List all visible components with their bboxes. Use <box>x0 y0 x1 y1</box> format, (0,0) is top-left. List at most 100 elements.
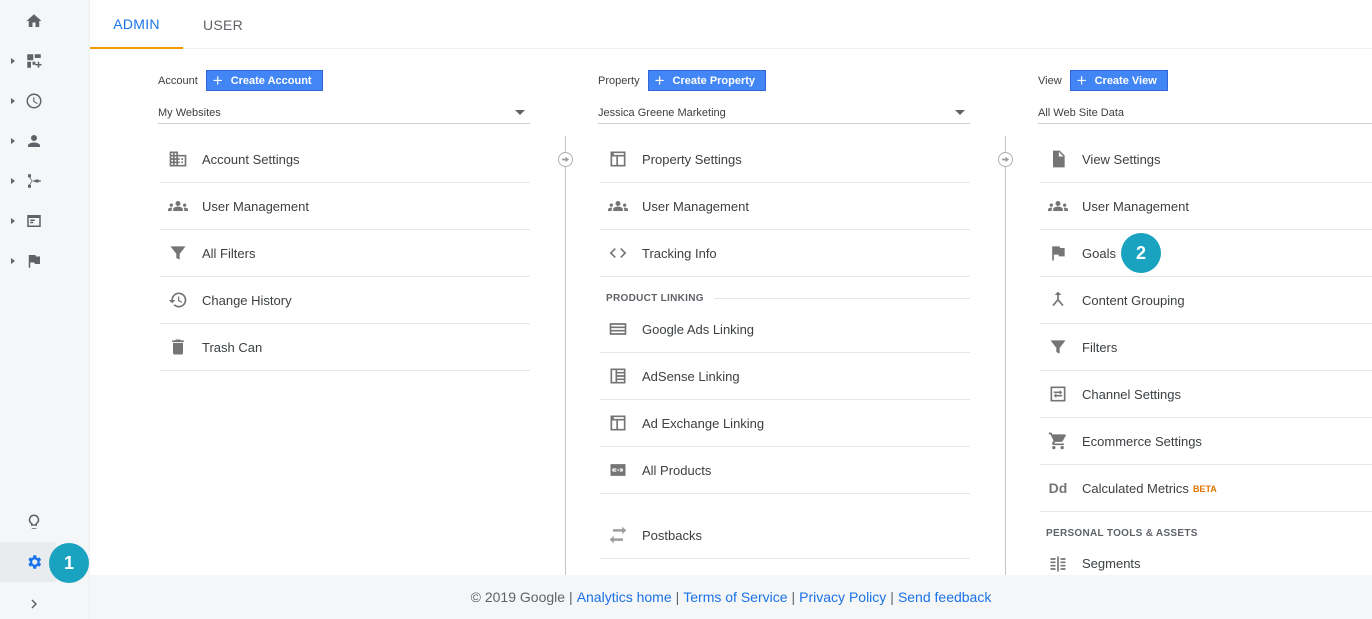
view-selector[interactable]: All Web Site Data <box>1038 102 1372 124</box>
content-grouping-item[interactable]: Content Grouping <box>1040 277 1372 324</box>
channel-settings-item[interactable]: Channel Settings <box>1040 371 1372 418</box>
view-filters-item[interactable]: Filters <box>1040 324 1372 371</box>
view-label: View <box>1038 74 1062 87</box>
nav-home[interactable] <box>0 1 90 41</box>
postbacks-item[interactable]: Postbacks <box>600 512 970 559</box>
item-label: Change History <box>202 292 292 308</box>
realtime-icon <box>24 91 44 111</box>
trash-can-item[interactable]: Trash Can <box>160 324 530 371</box>
create-property-label: Create Property <box>672 74 756 87</box>
arrow-right-circle-icon <box>998 152 1013 167</box>
dropdown-arrow-icon <box>955 110 965 115</box>
account-header: Account + Create Account <box>158 70 323 91</box>
acquisition-icon <box>24 171 44 191</box>
account-user-management-item[interactable]: User Management <box>160 183 530 230</box>
item-label: User Management <box>202 198 309 214</box>
property-user-management-item[interactable]: User Management <box>600 183 970 230</box>
item-label: View Settings <box>1082 151 1161 167</box>
flag-icon <box>1047 242 1069 264</box>
expand-caret-icon <box>11 258 15 264</box>
tab-admin[interactable]: ADMIN <box>90 0 183 49</box>
item-label: Trash Can <box>202 339 263 355</box>
nav-audience[interactable] <box>0 121 90 161</box>
segments-icon <box>1047 553 1069 575</box>
account-selected: My Websites <box>158 106 221 119</box>
ad-exchange-icon <box>607 412 629 434</box>
nav-behavior[interactable] <box>0 201 90 241</box>
nav-admin[interactable] <box>0 542 56 582</box>
nav-acquisition[interactable] <box>0 161 90 201</box>
nav-conversions[interactable] <box>0 241 90 281</box>
link-icon <box>607 459 629 481</box>
view-selected: All Web Site Data <box>1038 106 1125 119</box>
adsense-icon <box>607 365 629 387</box>
item-label: User Management <box>1082 198 1189 214</box>
item-label: Ecommerce Settings <box>1082 433 1202 449</box>
section-label: PERSONAL TOOLS & ASSETS <box>1046 527 1198 539</box>
item-label: All Products <box>642 462 712 478</box>
home-icon <box>24 11 44 31</box>
privacy-policy-link[interactable]: Privacy Policy <box>799 589 886 605</box>
create-account-button[interactable]: + Create Account <box>205 70 323 91</box>
swap-arrows-icon <box>607 524 629 546</box>
account-settings-item[interactable]: Account Settings <box>160 136 530 183</box>
cart-icon <box>1047 430 1069 452</box>
item-label: Calculated Metrics <box>1082 480 1189 496</box>
separator: | <box>890 589 894 605</box>
item-label: Property Settings <box>642 151 742 167</box>
analytics-home-link[interactable]: Analytics home <box>577 589 672 605</box>
tab-bar: ADMIN USER <box>90 0 1372 49</box>
footer: © 2019 Google | Analytics home | Terms o… <box>90 575 1372 619</box>
plus-icon: + <box>1076 71 1087 90</box>
building-icon <box>167 148 189 170</box>
item-label: Google Ads Linking <box>642 321 755 337</box>
create-property-button[interactable]: + Create Property <box>647 70 767 91</box>
all-products-item[interactable]: All Products <box>600 447 970 494</box>
section-label: PRODUCT LINKING <box>606 292 704 304</box>
item-label: Tracking Info <box>642 245 717 261</box>
lightbulb-icon <box>24 512 44 532</box>
account-selector[interactable]: My Websites <box>158 102 530 124</box>
send-feedback-link[interactable]: Send feedback <box>898 589 991 605</box>
gear-icon <box>24 552 44 572</box>
filter-icon <box>1047 336 1069 358</box>
separator: | <box>569 589 573 605</box>
view-settings-item[interactable]: View Settings <box>1040 136 1372 183</box>
dropdown-arrow-icon <box>515 110 525 115</box>
account-label: Account <box>158 74 198 87</box>
nav-discover[interactable] <box>0 502 90 542</box>
all-filters-item[interactable]: All Filters <box>160 230 530 277</box>
admin-content: Account + Create Account My Websites Acco… <box>90 49 1372 576</box>
adsense-linking-item[interactable]: AdSense Linking <box>600 353 970 400</box>
change-history-item[interactable]: Change History <box>160 277 530 324</box>
audience-icon <box>24 131 44 151</box>
create-view-button[interactable]: + Create View <box>1069 70 1168 91</box>
code-icon <box>607 242 629 264</box>
nav-expand[interactable] <box>0 584 90 619</box>
item-label: Segments <box>1082 556 1141 571</box>
arrow-right-circle-icon <box>558 152 573 167</box>
dd-icon: Dd <box>1048 480 1068 496</box>
view-user-management-item[interactable]: User Management <box>1040 183 1372 230</box>
goals-item[interactable]: Goals <box>1040 230 1372 277</box>
nav-realtime[interactable] <box>0 81 90 121</box>
item-label: Filters <box>1082 339 1118 355</box>
tracking-info-item[interactable]: Tracking Info <box>600 230 970 277</box>
tab-user[interactable]: USER <box>183 0 263 49</box>
item-label: Content Grouping <box>1082 292 1185 308</box>
item-label: User Management <box>642 198 749 214</box>
property-selector[interactable]: Jessica Greene Marketing <box>598 102 970 124</box>
column-divider <box>565 136 566 576</box>
customization-icon <box>24 51 44 71</box>
ecommerce-settings-item[interactable]: Ecommerce Settings <box>1040 418 1372 465</box>
merge-icon <box>1047 289 1069 311</box>
conversions-icon <box>24 251 44 271</box>
google-ads-linking-item[interactable]: Google Ads Linking <box>600 306 970 353</box>
nav-customization[interactable] <box>0 41 90 81</box>
terms-of-service-link[interactable]: Terms of Service <box>683 589 787 605</box>
callout-badge-2: 2 <box>1121 233 1161 273</box>
calculated-metrics-item[interactable]: Dd Calculated Metrics BETA <box>1040 465 1372 512</box>
ad-exchange-linking-item[interactable]: Ad Exchange Linking <box>600 400 970 447</box>
property-settings-item[interactable]: Property Settings <box>600 136 970 183</box>
copyright: © 2019 Google <box>470 589 566 605</box>
